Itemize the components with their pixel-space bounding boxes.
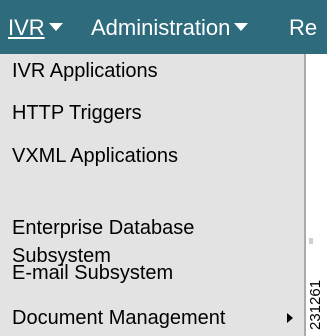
menubar-item-label: Re [289, 15, 318, 40]
menubar-item-label: IVR [8, 15, 45, 40]
submenu-arrow-icon [287, 313, 293, 323]
menu-item-http-triggers[interactable]: HTTP Triggers [12, 100, 142, 126]
partial-element-mark [309, 238, 313, 244]
menubar-item-ivr[interactable]: IVR [8, 14, 63, 42]
menu-item-label: VXML Applications [12, 145, 179, 167]
menu-item-email-subsystem[interactable]: E-mail Subsystem [12, 260, 173, 286]
top-menubar: IVR Administration Re [0, 0, 327, 54]
menu-item-label: Document Management [12, 307, 226, 329]
menubar-item-label: Administration [91, 15, 231, 40]
caret-down-icon [234, 23, 249, 32]
menubar-item-administration[interactable]: Administration [91, 14, 249, 42]
menu-item-label: HTTP Triggers [12, 102, 142, 124]
figure-id: 231261 [307, 279, 324, 330]
menu-item-enterprise-database-subsystem[interactable]: Enterprise Database Subsystem [12, 186, 194, 270]
menu-item-ivr-applications[interactable]: IVR Applications [12, 58, 158, 84]
menubar-item-reports[interactable]: Re [289, 14, 317, 42]
menu-item-vxml-applications[interactable]: VXML Applications [12, 143, 178, 169]
menu-item-document-management[interactable]: Document Management [12, 305, 297, 331]
menu-item-label: IVR Applications [12, 60, 158, 82]
ivr-dropdown-menu: IVR Applications HTTP Triggers VXML Appl… [0, 54, 306, 336]
caret-down-icon [48, 23, 63, 32]
menu-item-label: E-mail Subsystem [12, 262, 174, 284]
